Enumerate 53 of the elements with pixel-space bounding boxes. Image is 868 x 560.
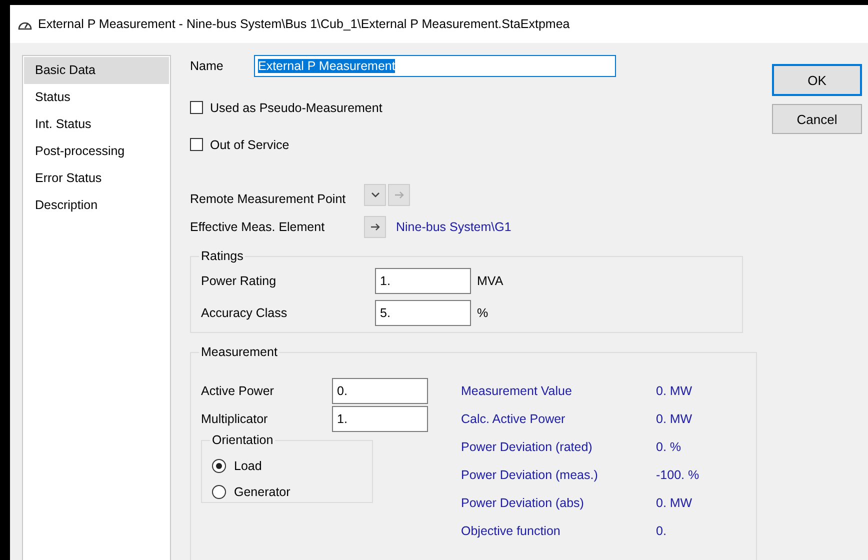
radio-label: Load <box>234 459 262 473</box>
radio-button[interactable] <box>212 459 226 473</box>
field-label: Active Power <box>201 384 275 398</box>
unit-label: MVA <box>477 274 504 288</box>
chevron-down-icon <box>370 192 380 198</box>
sidebar-item[interactable]: Error Status <box>24 165 169 192</box>
checkbox[interactable] <box>190 101 203 114</box>
arrow-right-icon <box>370 222 380 230</box>
radio-label: Generator <box>234 485 290 499</box>
cancel-button[interactable]: Cancel <box>772 104 862 134</box>
input-field[interactable]: 5. <box>375 300 471 326</box>
effective-element-label: Effective Meas. Element <box>190 220 326 234</box>
element-link[interactable]: Nine-bus System\G1 <box>396 220 512 234</box>
group-title: Measurement <box>200 345 278 359</box>
result-value: 0. MW <box>656 412 694 426</box>
result-value: 0. MW <box>656 384 694 398</box>
result-value: 0. <box>656 524 668 538</box>
remote-point-label: Remote Measurement Point <box>190 192 347 206</box>
checkbox-label: Used as Pseudo-Measurement <box>210 100 382 114</box>
sidebar-item[interactable]: Status <box>24 84 169 111</box>
result-label: Objective function <box>461 524 562 538</box>
sidebar-item[interactable]: Basic Data <box>24 57 169 84</box>
result-label: Power Deviation (abs) <box>461 496 585 510</box>
field-label: Multiplicator <box>201 412 269 426</box>
result-value: 0. % <box>656 440 682 454</box>
sidebar-item[interactable]: Post-processing <box>24 138 169 165</box>
checkbox-label: Out of Service <box>210 138 290 152</box>
input-field[interactable]: 0. <box>332 378 428 404</box>
name-value: External P Measurement <box>258 59 396 73</box>
arrow-button[interactable] <box>364 216 386 238</box>
radio-button[interactable] <box>212 485 226 499</box>
result-label: Power Deviation (meas.) <box>461 468 599 482</box>
dropdown-button[interactable] <box>364 184 386 206</box>
result-value: -100. % <box>656 468 700 482</box>
name-field[interactable]: External P Measurement <box>254 55 616 77</box>
unit-label: % <box>477 306 488 320</box>
group-title: Orientation <box>211 433 274 447</box>
sidebar-item[interactable]: Description <box>24 192 169 219</box>
result-label: Measurement Value <box>461 384 573 398</box>
field-label: Accuracy Class <box>201 306 288 320</box>
window-title: External P Measurement - Nine-bus System\Bus 1\Cub_1\External P Measurement.StaExtpmea <box>38 17 570 31</box>
ok-button[interactable]: OK <box>772 64 862 96</box>
input-field[interactable]: 1. <box>375 268 471 294</box>
group-title: Ratings <box>200 249 244 263</box>
arrow-right-icon <box>394 191 404 199</box>
result-value: 0. MW <box>656 496 694 510</box>
input-field[interactable]: 1. <box>332 406 428 432</box>
sidebar-item[interactable]: Int. Status <box>24 111 169 138</box>
field-label: Power Rating <box>201 274 278 288</box>
name-label: Name <box>190 59 224 73</box>
checkbox[interactable] <box>190 138 203 151</box>
result-label: Power Deviation (rated) <box>461 440 594 454</box>
result-label: Calc. Active Power <box>461 412 566 426</box>
